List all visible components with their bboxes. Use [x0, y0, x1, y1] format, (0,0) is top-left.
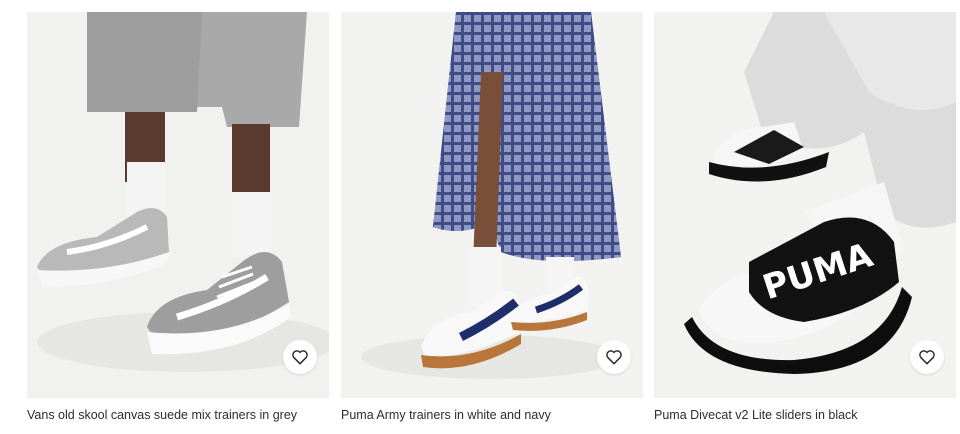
product-image[interactable]: [341, 12, 643, 398]
product-image[interactable]: [27, 12, 329, 398]
heart-outline-icon: [292, 350, 308, 365]
black-sliders-illustration: PUMA: [654, 12, 956, 398]
product-grid: Vans old skool canvas suede mix trainers…: [0, 0, 960, 434]
white-navy-trainers-illustration: [341, 12, 643, 398]
grey-trainers-illustration: [27, 12, 329, 398]
product-card[interactable]: PUMA Puma Divecat v2 Lite sliders in bla…: [654, 0, 956, 434]
heart-outline-icon: [606, 350, 622, 365]
heart-outline-icon: [919, 350, 935, 365]
save-for-later-button[interactable]: [283, 340, 317, 374]
product-image[interactable]: PUMA: [654, 12, 956, 398]
product-card[interactable]: Puma Army trainers in white and navy: [341, 0, 643, 434]
product-card[interactable]: Vans old skool canvas suede mix trainers…: [27, 0, 329, 434]
save-for-later-button[interactable]: [597, 340, 631, 374]
save-for-later-button[interactable]: [910, 340, 944, 374]
product-title[interactable]: Puma Army trainers in white and navy: [341, 407, 643, 423]
product-title[interactable]: Vans old skool canvas suede mix trainers…: [27, 407, 329, 423]
product-title[interactable]: Puma Divecat v2 Lite sliders in black: [654, 407, 956, 423]
